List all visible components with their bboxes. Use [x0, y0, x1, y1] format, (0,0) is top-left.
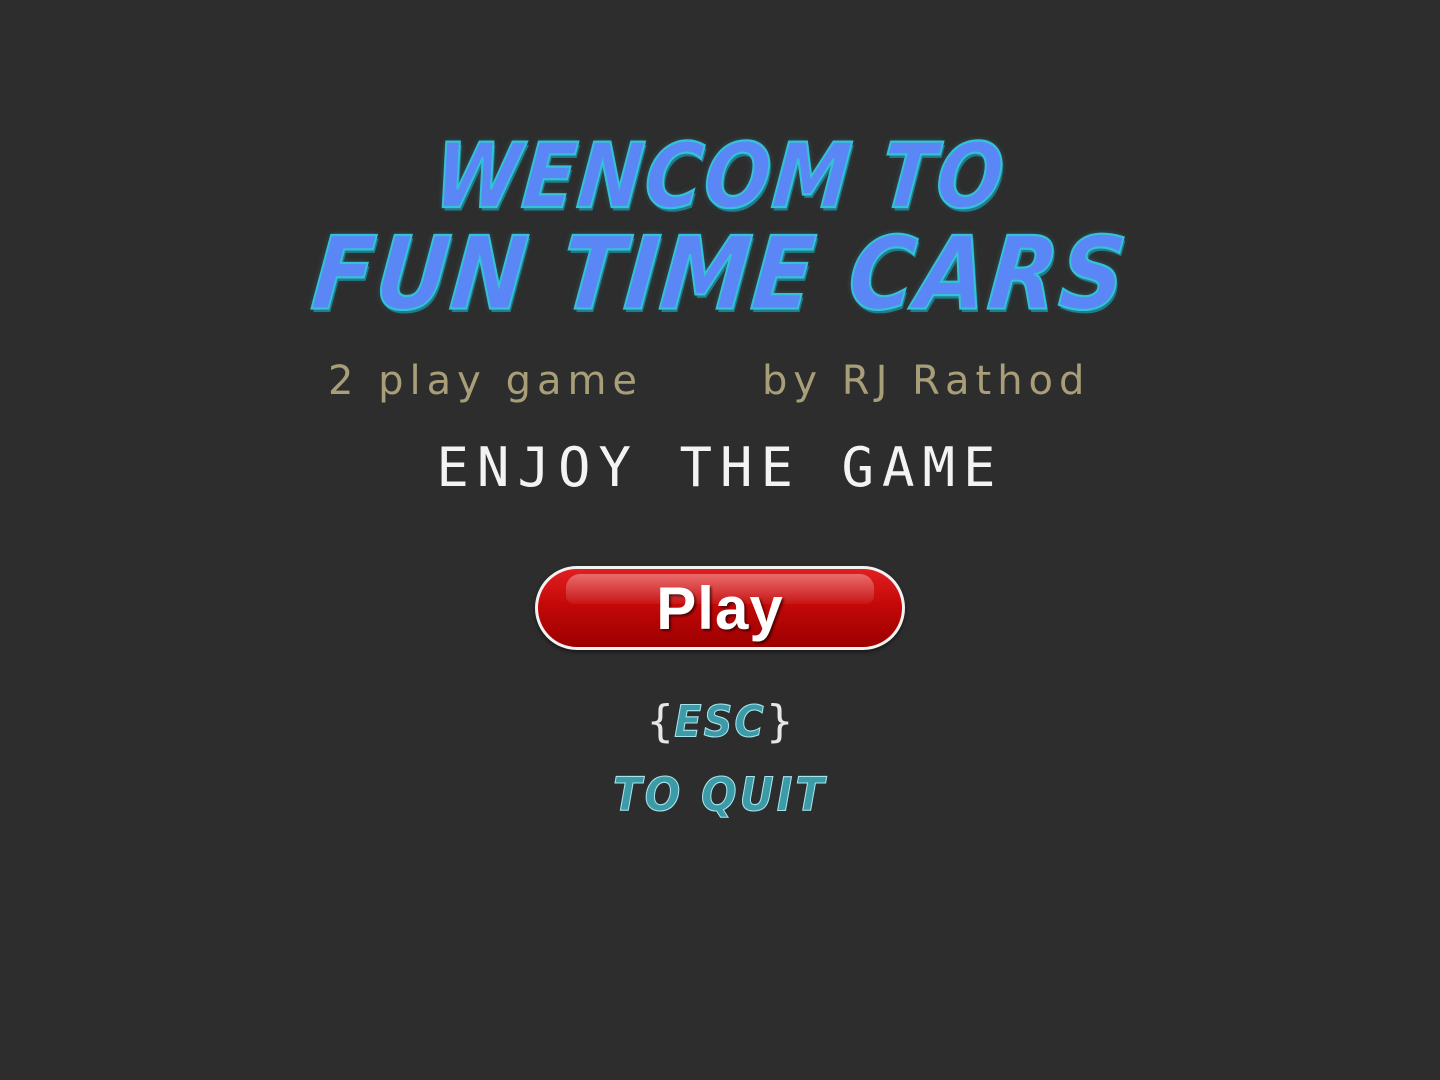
- brace-close: }: [765, 696, 794, 747]
- game-title-line-2: FUN TIME CARS: [306, 215, 1133, 335]
- tagline: ENJOY THE GAME: [436, 436, 1004, 499]
- play-button[interactable]: Play: [535, 566, 905, 650]
- player-count-label: 2 play game: [328, 358, 644, 404]
- play-button-label: Play: [656, 574, 784, 642]
- author-credit: by RJ Rathod: [762, 358, 1091, 404]
- esc-key-label: ESC: [674, 696, 766, 748]
- brace-open: {: [646, 696, 675, 747]
- game-title-line-1: WENCOM TO: [429, 124, 1011, 230]
- credits-row: 2 play game by RJ Rathod: [0, 358, 1440, 408]
- esc-key-hint: {ESC}: [0, 696, 1440, 748]
- quit-instruction: TO QUIT: [612, 767, 828, 822]
- main-menu-screen: WENCOM TO FUN TIME CARS 2 play game by R…: [0, 0, 1440, 1080]
